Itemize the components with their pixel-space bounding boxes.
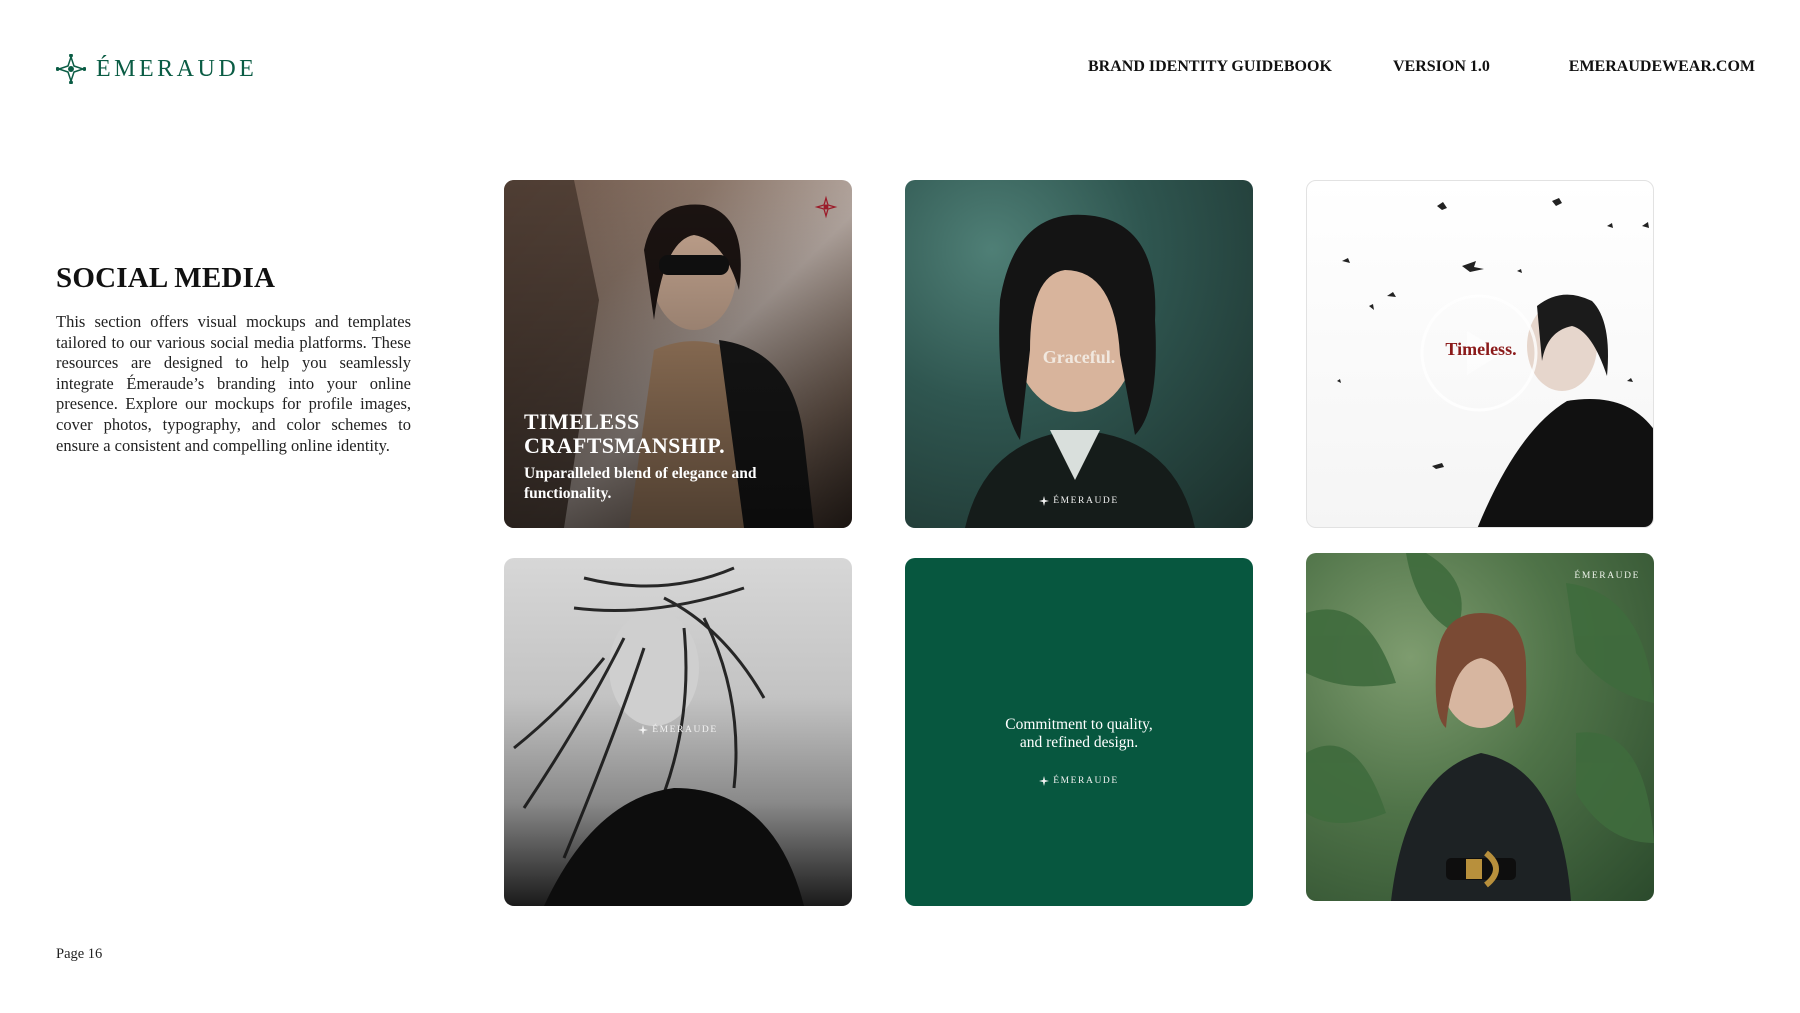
nav-version: VERSION 1.0 (1393, 58, 1490, 75)
tile-brand: ÉMERAUDE (905, 776, 1253, 786)
section-title: SOCIAL MEDIA (56, 262, 276, 294)
star-compass-icon (1039, 496, 1050, 506)
star-compass-icon (1039, 776, 1050, 786)
page-number: Page 16 (56, 946, 103, 962)
quote-line-2: and refined design. (1019, 734, 1139, 751)
star-compass-icon (56, 54, 86, 84)
tile-brand-text: ÉMERAUDE (1574, 571, 1640, 581)
tile-subline: Unparalleled blend of elegance and funct… (524, 465, 757, 502)
tile-word: Timeless. (1445, 339, 1517, 359)
tile-brand-text: ÉMERAUDE (1053, 776, 1119, 786)
mockup-tile-windblown: ÉMERAUDE (504, 558, 852, 906)
mockup-tile-timeless-video: Timeless. (1306, 180, 1654, 528)
quote-line-1: Commitment to quality, (1005, 716, 1153, 733)
star-compass-icon (638, 725, 649, 735)
tile-brand: ÉMERAUDE (504, 725, 852, 735)
section-description: This section offers visual mockups and t… (56, 312, 411, 455)
portrait-photo (1306, 553, 1654, 901)
tile-brand: ÉMERAUDE (905, 496, 1253, 506)
nav-website[interactable]: EMERAUDEWEAR.COM (1569, 58, 1755, 76)
tile-quote: Commitment to quality, and refined desig… (905, 716, 1253, 752)
brand-mark-icon (814, 195, 838, 219)
tile-word: Graceful. (1042, 347, 1116, 367)
brand-name: ÉMERAUDE (96, 55, 258, 82)
mockup-tile-commitment: Commitment to quality, and refined desig… (905, 558, 1253, 906)
tile-brand-text: ÉMERAUDE (652, 725, 718, 735)
mockup-tile-graceful: Graceful. ÉMERAUDE (905, 180, 1253, 528)
mockup-tile-foliage: ÉMERAUDE (1306, 553, 1654, 901)
tile-headline: TIMELESS CRAFTSMANSHIP. (524, 409, 725, 458)
tile-brand-text: ÉMERAUDE (1053, 496, 1119, 506)
mockup-tile-timeless-craftsmanship: TIMELESS CRAFTSMANSHIP. Unparalleled ble… (504, 180, 852, 528)
nav-guidebook[interactable]: BRAND IDENTITY GUIDEBOOK (1088, 58, 1332, 76)
brand-logo: ÉMERAUDE (56, 54, 257, 84)
